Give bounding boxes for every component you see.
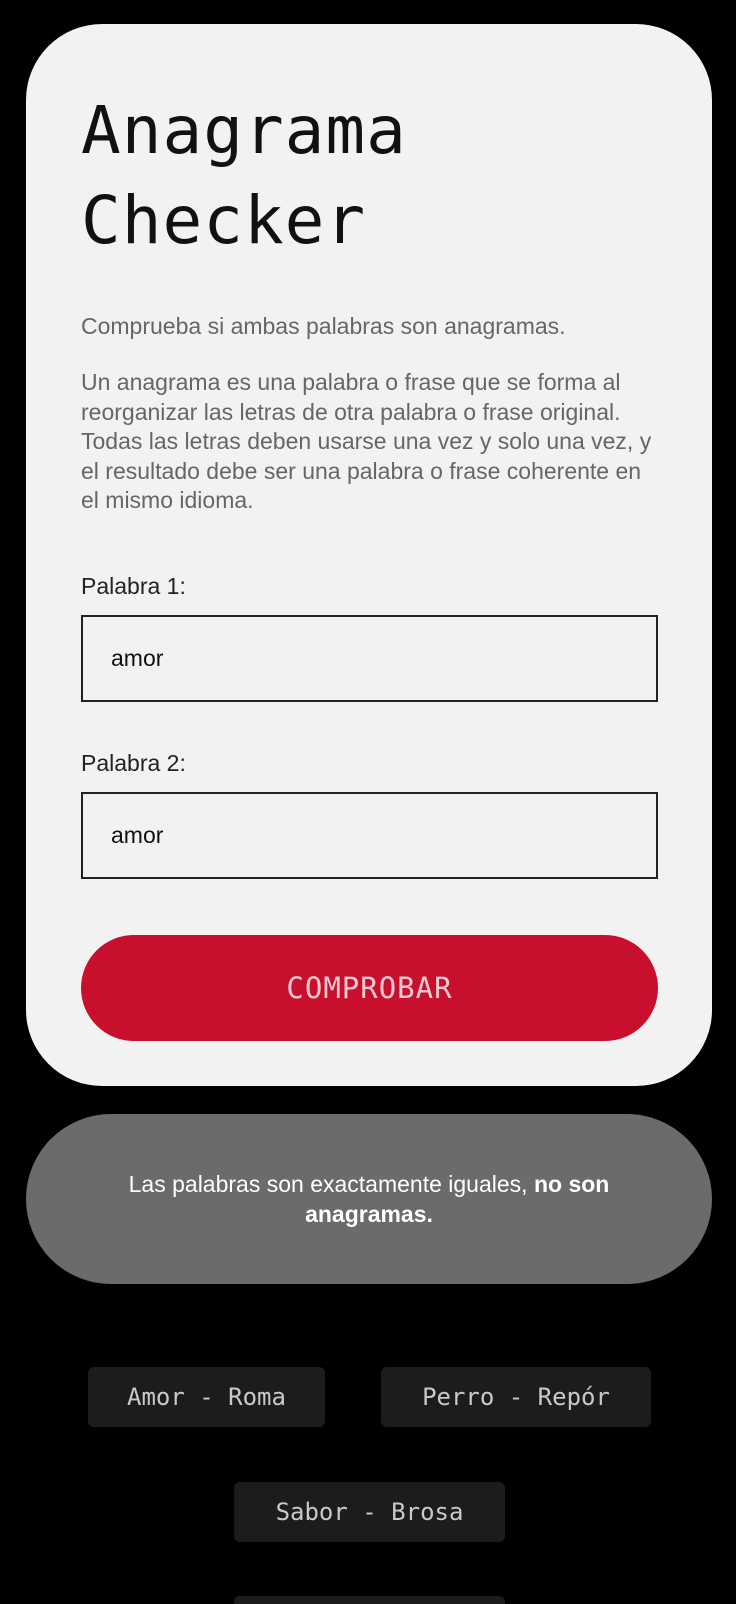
example-chip-sabor-brosa[interactable]: Sabor - Brosa bbox=[234, 1482, 505, 1542]
word-1-label: Palabra 1: bbox=[81, 572, 186, 599]
page-title-line-2: Checker bbox=[81, 182, 367, 259]
word-1-input[interactable] bbox=[81, 614, 658, 702]
example-chip-perro-repor[interactable]: Perro - Repór bbox=[381, 1367, 651, 1427]
description: Un anagrama es una palabra o frase que s… bbox=[81, 369, 652, 513]
word-2-label: Palabra 2: bbox=[81, 749, 186, 776]
anagram-form-card: Anagrama Checker Comprueba si ambas pala… bbox=[26, 24, 712, 1086]
page-title: Anagrama Checker bbox=[81, 86, 657, 266]
result-message: Las palabras son exactamente iguales, no… bbox=[26, 1114, 712, 1284]
result-text-block: Las palabras son exactamente iguales, no… bbox=[86, 1169, 652, 1229]
subtitle: Comprueba si ambas palabras son anagrama… bbox=[81, 313, 566, 339]
example-chip-partial[interactable] bbox=[234, 1596, 505, 1604]
result-text: Las palabras son exactamente iguales, bbox=[128, 1171, 534, 1197]
example-chip-amor-roma[interactable]: Amor - Roma bbox=[88, 1367, 325, 1427]
page-title-line-1: Anagrama bbox=[81, 92, 407, 169]
check-button[interactable]: COMPROBAR bbox=[81, 934, 658, 1041]
word-2-input[interactable] bbox=[81, 791, 658, 879]
